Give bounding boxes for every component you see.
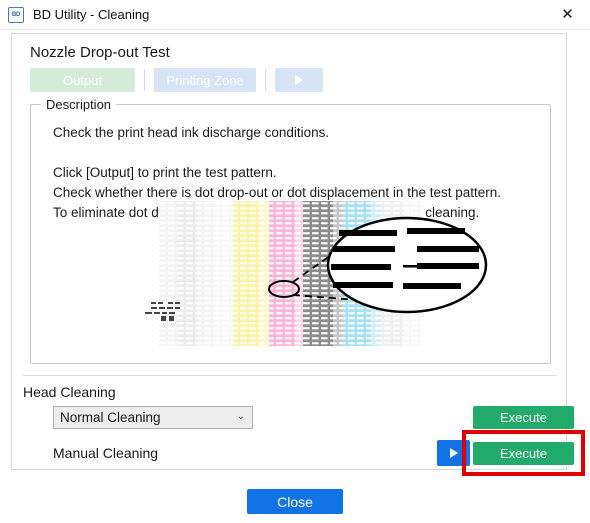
output-button[interactable]: Output [30,68,135,92]
test-pattern-svg [145,201,488,346]
section-divider [23,375,557,376]
window-title: BD Utility - Cleaning [33,7,150,22]
toolbar-divider [144,69,145,91]
page-title: Nozzle Drop-out Test [30,44,170,61]
test-pattern-illustration [141,201,491,346]
cleaning-type-value: Normal Cleaning [60,410,161,425]
manual-cleaning-play-button[interactable] [437,440,470,466]
close-button[interactable]: Close [247,489,343,514]
play-icon [449,448,458,458]
normal-cleaning-execute-button[interactable]: Execute [473,406,574,429]
head-cleaning-title: Head Cleaning [23,384,116,400]
nozzle-test-panel: Nozzle Drop-out Test Output Printing Zon… [11,33,585,476]
play-icon [295,75,303,85]
nozzle-test-toolbar: Output Printing Zone [30,68,323,92]
close-icon[interactable]: ✕ [545,0,590,28]
cleaning-type-select[interactable]: Normal Cleaning ⌄ [53,406,253,429]
chevron-down-icon: ⌄ [236,411,245,422]
manual-cleaning-execute-button[interactable]: Execute [473,442,574,465]
description-legend: Description [41,97,117,112]
manual-cleaning-label: Manual Cleaning [53,445,159,461]
printing-zone-button[interactable]: Printing Zone [154,68,256,92]
title-bar: BD BD Utility - Cleaning ✕ [0,0,590,30]
description-groupbox: Description Check the print head ink dis… [30,97,551,364]
toolbar-divider [265,69,266,91]
bd-app-icon: BD [8,6,24,23]
play-button-top[interactable] [275,68,323,92]
